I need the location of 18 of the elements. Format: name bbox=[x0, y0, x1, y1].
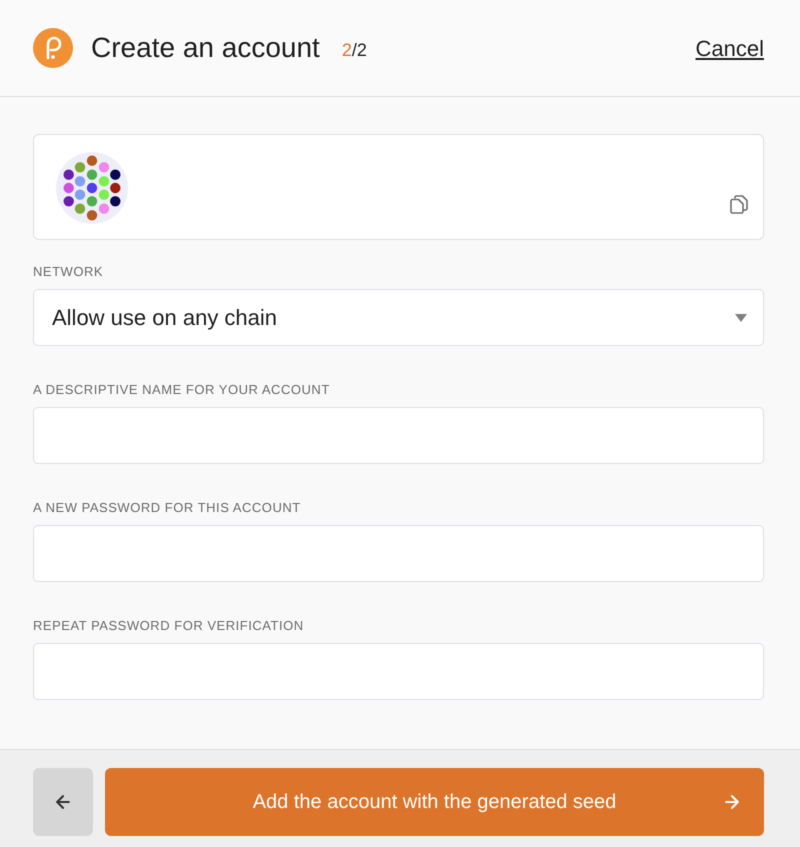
password-field[interactable] bbox=[33, 643, 764, 700]
caret-icon bbox=[735, 314, 747, 322]
field-label: A DESCRIPTIVE NAME FOR YOUR ACCOUNT bbox=[33, 382, 331, 398]
input-field[interactable] bbox=[33, 407, 764, 464]
field-label: NETWORK bbox=[33, 264, 104, 280]
back-button[interactable] bbox=[33, 768, 93, 836]
step-current: 2 bbox=[342, 39, 352, 62]
arrow-right-icon bbox=[722, 792, 742, 812]
page-title: Create an account bbox=[91, 32, 320, 64]
network-select[interactable]: Allow use on any chain bbox=[33, 289, 764, 346]
field-label: REPEAT PASSWORD FOR VERIFICATION bbox=[33, 618, 305, 634]
password-field[interactable] bbox=[33, 525, 764, 582]
cancel-link[interactable]: Cancel bbox=[696, 35, 764, 63]
identicon-drawing bbox=[56, 152, 128, 224]
step-total: /2 bbox=[352, 39, 367, 62]
copy-icon[interactable] bbox=[730, 195, 748, 214]
field-label: A NEW PASSWORD FOR THIS ACCOUNT bbox=[33, 500, 302, 516]
logo-icon bbox=[33, 28, 73, 68]
